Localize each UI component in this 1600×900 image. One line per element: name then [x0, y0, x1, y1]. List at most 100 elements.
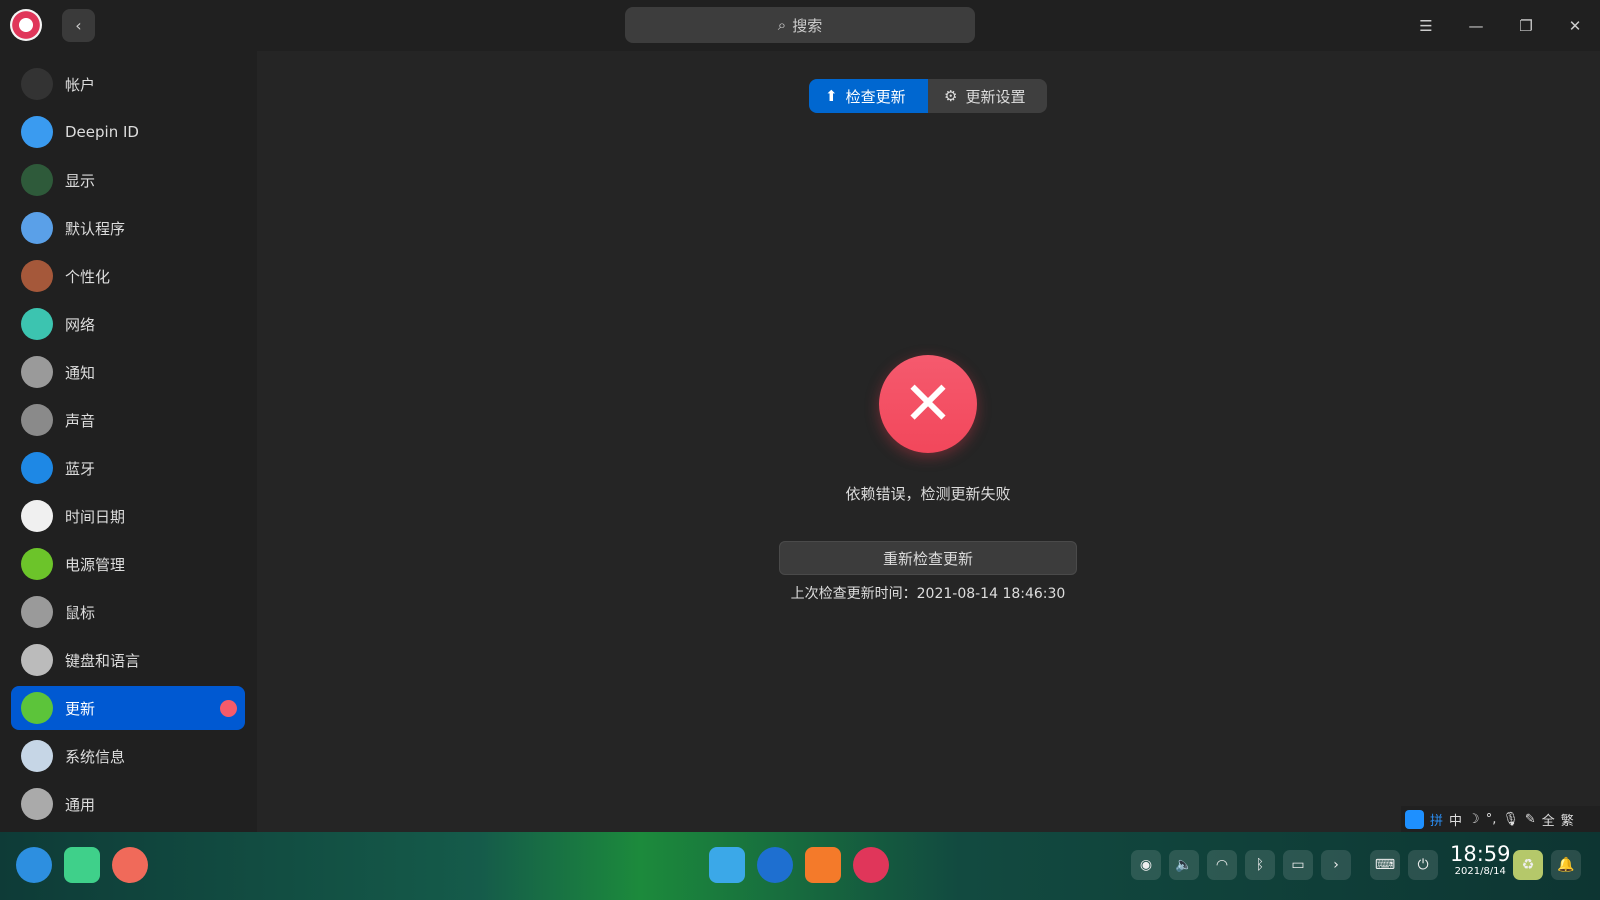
gear-icon: ⚙: [944, 87, 958, 105]
sidebar-item-11[interactable]: 鼠标: [11, 590, 245, 634]
sidebar-item-label: 时间日期: [65, 507, 126, 526]
sidebar-item-label: 键盘和语言: [65, 651, 141, 670]
volume-icon[interactable]: 🔈: [1169, 850, 1199, 880]
sidebar-item-icon: [21, 116, 53, 148]
sidebar-item-1[interactable]: Deepin ID: [11, 110, 245, 154]
sidebar-item-14[interactable]: 系统信息: [11, 734, 245, 778]
screen-recorder-icon[interactable]: [112, 847, 148, 883]
sidebar-item-icon: [21, 260, 53, 292]
ime-item[interactable]: °,: [1486, 812, 1497, 827]
clock[interactable]: 18:59 2021/8/14: [1450, 842, 1511, 877]
search-input[interactable]: ⌕ 搜索: [625, 7, 975, 43]
search-icon: ⌕: [777, 16, 787, 34]
sidebar-item-icon: [21, 596, 53, 628]
input-method-toolbar: 拼中 ☽ °, 🎙 ✎ 全繁: [1401, 806, 1600, 832]
multitask-icon[interactable]: [64, 847, 100, 883]
sidebar-item-label: 鼠标: [65, 603, 96, 622]
ifly-tray-icon[interactable]: ◉: [1131, 850, 1161, 880]
sidebar-item-5[interactable]: 网络: [11, 302, 245, 346]
battery-icon[interactable]: ▭: [1283, 850, 1313, 880]
sidebar: 帐户 Deepin ID 显示默认程序个性化网络通知声音蓝牙时间日期电源管理鼠标键盘…: [0, 51, 257, 832]
sidebar-item-label: 个性化: [65, 267, 111, 286]
search-placeholder: 搜索: [792, 16, 823, 35]
dock: ◉ 🔈 ◠ ᛒ ▭ › ⌨ ⏻ 18:59 2021/8/14 ♻ 🔔: [0, 832, 1600, 900]
chevron-right-icon[interactable]: ›: [1321, 850, 1351, 880]
bluetooth-icon[interactable]: ᛒ: [1245, 850, 1275, 880]
menu-button[interactable]: ☰: [1412, 12, 1440, 40]
file-manager-icon[interactable]: [709, 847, 745, 883]
sidebar-item-label: 通知: [65, 363, 96, 382]
update-badge: [220, 700, 237, 717]
ime-item[interactable]: ✎: [1525, 812, 1536, 827]
app-store-icon[interactable]: [805, 847, 841, 883]
sidebar-item-4[interactable]: 个性化: [11, 254, 245, 298]
sidebar-item-icon: [21, 500, 53, 532]
sidebar-item-8[interactable]: 蓝牙: [11, 446, 245, 490]
sidebar-item-icon: [21, 788, 53, 820]
sidebar-item-3[interactable]: 默认程序: [11, 206, 245, 250]
sidebar-item-label: 蓝牙: [65, 459, 96, 478]
sidebar-item-icon: [21, 692, 53, 724]
sidebar-item-label: 网络: [65, 315, 96, 334]
sidebar-item-label: 显示: [65, 171, 96, 190]
control-center-logo-icon: [10, 9, 42, 41]
wifi-icon[interactable]: ◠: [1207, 850, 1237, 880]
sidebar-item-9[interactable]: 时间日期: [11, 494, 245, 538]
retry-check-button[interactable]: 重新检查更新: [779, 541, 1077, 575]
minimize-button[interactable]: —: [1462, 12, 1490, 40]
sidebar-item-icon: [21, 68, 53, 100]
keyboard-icon[interactable]: ⌨: [1370, 850, 1400, 880]
sidebar-item-10[interactable]: 电源管理: [11, 542, 245, 586]
browser-icon[interactable]: [757, 847, 793, 883]
tab-update-settings[interactable]: ⚙ 更新设置: [928, 79, 1047, 113]
ime-item[interactable]: ☽: [1468, 812, 1480, 827]
tab-label: 更新设置: [965, 87, 1026, 106]
sidebar-item-icon: [21, 404, 53, 436]
ime-item[interactable]: 繁: [1561, 810, 1574, 829]
error-message: 依赖错误，检测更新失败: [845, 485, 1011, 503]
ime-item[interactable]: 中: [1449, 810, 1462, 829]
clock-date: 2021/8/14: [1454, 866, 1506, 877]
sidebar-item-label: 帐户: [65, 75, 96, 94]
sidebar-item-label: 通用: [65, 795, 96, 814]
sidebar-item-icon: [21, 356, 53, 388]
control-center-icon[interactable]: [853, 847, 889, 883]
arrow-up-circle-icon: ⬆: [825, 87, 838, 105]
sidebar-item-15[interactable]: 通用: [11, 782, 245, 826]
close-button[interactable]: ✕: [1561, 12, 1589, 40]
sidebar-item-icon: [21, 644, 53, 676]
sidebar-item-icon: [21, 164, 53, 196]
tab-label: 检查更新: [845, 87, 906, 106]
power-icon[interactable]: ⏻: [1408, 850, 1438, 880]
sidebar-item-13[interactable]: 更新: [11, 686, 245, 730]
ime-item[interactable]: 🎙: [1502, 812, 1519, 827]
title-bar: ‹ ⌕ 搜索 ☰ — ❐ ✕: [0, 0, 1600, 51]
ifly-icon[interactable]: [1405, 809, 1424, 829]
clock-time: 18:59: [1450, 842, 1511, 866]
trash-icon[interactable]: ♻: [1513, 850, 1543, 880]
sidebar-item-label: Deepin ID: [65, 123, 139, 141]
sidebar-item-0[interactable]: 帐户: [11, 62, 245, 106]
launcher-icon[interactable]: [16, 847, 52, 883]
notification-bell-icon[interactable]: 🔔: [1551, 850, 1581, 880]
sidebar-item-7[interactable]: 声音: [11, 398, 245, 442]
sidebar-item-6[interactable]: 通知: [11, 350, 245, 394]
sidebar-item-label: 电源管理: [65, 555, 126, 574]
sidebar-item-icon: [21, 212, 53, 244]
tab-bar: ⬆ 检查更新 ⚙ 更新设置: [809, 79, 1047, 113]
sidebar-item-label: 更新: [65, 699, 96, 718]
sidebar-item-2[interactable]: 显示: [11, 158, 245, 202]
tab-check-update[interactable]: ⬆ 检查更新: [809, 79, 928, 113]
sidebar-item-label: 声音: [65, 411, 96, 430]
sidebar-item-icon: [21, 548, 53, 580]
ime-item[interactable]: 拼: [1430, 810, 1443, 829]
sidebar-item-icon: [21, 740, 53, 772]
sidebar-item-icon: [21, 452, 53, 484]
maximize-button[interactable]: ❐: [1512, 12, 1540, 40]
sidebar-item-icon: [21, 308, 53, 340]
sidebar-item-label: 系统信息: [65, 747, 126, 766]
ime-item[interactable]: 全: [1542, 810, 1555, 829]
error-icon: ✕: [879, 355, 977, 453]
sidebar-item-12[interactable]: 键盘和语言: [11, 638, 245, 682]
back-button[interactable]: ‹: [62, 9, 95, 42]
